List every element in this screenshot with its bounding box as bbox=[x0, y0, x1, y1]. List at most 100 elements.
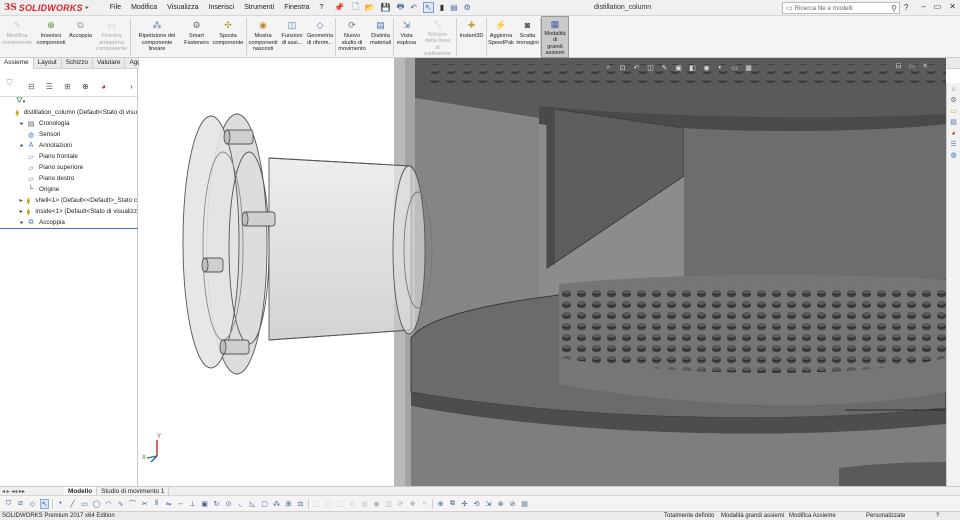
section-icon[interactable]: ◫ bbox=[384, 500, 393, 508]
filter-faces-icon[interactable]: ◇ bbox=[28, 500, 37, 508]
dimension-icon[interactable]: ↔ bbox=[176, 500, 185, 507]
options-icon[interactable]: ⚙ bbox=[464, 3, 471, 12]
rotate-icon[interactable]: ⟳ bbox=[396, 500, 405, 508]
rectangle-icon[interactable]: ▭ bbox=[80, 500, 89, 508]
ribbon-button-move-component[interactable]: ✣ Sposta componente bbox=[210, 16, 246, 58]
clearance-icon[interactable]: ⊘ bbox=[508, 500, 517, 508]
measure-icon[interactable]: ⊞ bbox=[284, 500, 293, 508]
hidden-lines-icon[interactable]: ◎ bbox=[360, 500, 369, 508]
tree-item[interactable]: ▱ Piano superiore bbox=[0, 162, 137, 173]
view-top-icon[interactable]: ⬚ bbox=[324, 500, 333, 508]
restore-button[interactable]: ▭ bbox=[934, 2, 942, 11]
tab-layout[interactable]: Layout bbox=[34, 58, 62, 69]
select-icon[interactable]: ↖ bbox=[423, 2, 434, 13]
view-iso-icon[interactable]: ◇ bbox=[348, 500, 357, 508]
mass-properties-icon[interactable]: ⚖ bbox=[296, 500, 305, 508]
apply-scene-icon[interactable]: ▭ bbox=[730, 63, 739, 72]
dynamic-annotation-icon[interactable]: ✎ bbox=[660, 63, 669, 72]
tree-item[interactable]: ▸ ▤ Cronologia bbox=[0, 118, 137, 129]
rollback-bar[interactable] bbox=[0, 228, 138, 229]
view-orientation-icon[interactable]: ▣ bbox=[674, 63, 683, 72]
relation-icon[interactable]: ⊥ bbox=[188, 500, 197, 508]
design-library-icon[interactable]: ⚙ bbox=[948, 95, 959, 105]
section-view-icon[interactable]: ◫ bbox=[646, 63, 655, 72]
tree-item[interactable]: ⧫ distillation_column (Default<Stato di v… bbox=[0, 107, 137, 118]
logo-dropdown-icon[interactable]: ▸ bbox=[86, 4, 89, 11]
ribbon-button-bom[interactable]: ▤ Distinta materiali bbox=[368, 16, 393, 58]
solidworks-logo[interactable]: 3S SOLIDWORKS ▸ bbox=[0, 0, 95, 16]
pin-menu-icon[interactable]: 📌 bbox=[334, 3, 344, 12]
tab-scroll-arrows[interactable]: ◂ ▸ ◂◂ ▸▸ bbox=[0, 488, 64, 495]
view-palette-icon[interactable]: ▤ bbox=[948, 117, 959, 127]
file-explorer-icon[interactable]: ▭ bbox=[948, 106, 959, 116]
fillet-icon[interactable]: ◟ bbox=[236, 500, 245, 508]
pan-icon[interactable]: ✥ bbox=[408, 500, 417, 508]
tree-item[interactable]: └ Origine bbox=[0, 184, 137, 195]
filter-icon[interactable]: ⛉ bbox=[4, 500, 13, 508]
line-icon[interactable]: ╱ bbox=[68, 500, 77, 508]
move-tool-icon[interactable]: ✣ bbox=[460, 500, 469, 508]
circle-icon[interactable]: ◯ bbox=[92, 500, 101, 508]
tree-item[interactable]: ◍ Sensori bbox=[0, 129, 137, 140]
close-button[interactable]: ✕ bbox=[949, 2, 956, 11]
tree-item[interactable]: ▸ ⧫ inside<1> (Default<Stato di visualizz bbox=[0, 206, 137, 217]
interference-icon[interactable]: ⊗ bbox=[496, 500, 505, 508]
ribbon-button-speedpak[interactable]: ⚡ Aggiorna SpeedPak bbox=[487, 16, 515, 58]
expand-panel-icon[interactable]: › bbox=[124, 81, 139, 92]
zoom-icon[interactable]: ⌕ bbox=[420, 500, 429, 508]
tab-valutare[interactable]: Valutare bbox=[93, 58, 126, 69]
search-icon[interactable]: ⚲ bbox=[891, 4, 897, 13]
menu-visualizza[interactable]: Visualizza bbox=[162, 4, 203, 11]
ribbon-button-exploded-view[interactable]: ⇲ Vista esplosa bbox=[394, 16, 419, 58]
revolve-icon[interactable]: ↻ bbox=[212, 500, 221, 508]
hide-show-items-icon[interactable]: ◉ bbox=[702, 63, 711, 72]
view-right-icon[interactable]: ⬚ bbox=[336, 500, 345, 508]
insert-component-icon[interactable]: ⊕ bbox=[436, 500, 445, 508]
ribbon-button-mate[interactable]: ⧉ Accoppia bbox=[68, 16, 93, 58]
ribbon-button-edit-component[interactable]: ✎ Modifica componente bbox=[0, 16, 34, 58]
feature-tree-tab-icon[interactable]: ⊟ bbox=[24, 81, 39, 92]
mate-tool-icon[interactable]: ⧉ bbox=[448, 500, 457, 508]
ribbon-button-show-hidden[interactable]: ◉ Mostra componenti nascosti bbox=[247, 16, 279, 58]
fm-filter-icon[interactable]: ⛉ bbox=[2, 77, 17, 88]
ribbon-button-explode-line[interactable]: ⤡ Schizzo della linea di esplosione bbox=[419, 16, 456, 58]
ribbon-button-linear-pattern[interactable]: ⁂ Ripetizione del componente lineare bbox=[131, 16, 183, 58]
menu-file[interactable]: File bbox=[105, 4, 126, 11]
graphics-area[interactable]: Y X ⌕ ⊡ ↶ ◫ ✎ ▣ ◧ ◉ ◐ ▭ ▦ ⊟ ▭ ✕ bbox=[139, 58, 946, 486]
open-document-icon[interactable]: 📂 bbox=[365, 3, 375, 12]
viewport-close-icon[interactable]: ✕ bbox=[922, 62, 928, 70]
file-properties-icon[interactable]: ▤ bbox=[450, 3, 458, 12]
ribbon-button-smart-fasteners[interactable]: ⚙ Smart Fasteners bbox=[183, 16, 210, 58]
display-manager-tab-icon[interactable]: ◕ bbox=[96, 81, 111, 92]
help-icon[interactable]: ? bbox=[904, 3, 908, 12]
select-arrow-icon[interactable]: ↖ bbox=[40, 498, 49, 509]
search-box[interactable]: ▭ Ricerca file e modelli ⚲ bbox=[782, 2, 900, 14]
menu-help[interactable]: ? bbox=[314, 4, 328, 11]
configuration-manager-tab-icon[interactable]: ⊞ bbox=[60, 81, 75, 92]
customize-menu[interactable]: Personalizzate bbox=[866, 512, 905, 520]
tree-item[interactable]: ▸ ⧉ Accoppia bbox=[0, 217, 137, 228]
tree-item[interactable]: ▱ Piano frontale bbox=[0, 151, 137, 162]
ribbon-button-reference-geometry[interactable]: ◇ Geometria di riferim... bbox=[305, 16, 335, 58]
exploded-tool-icon[interactable]: ⇲ bbox=[484, 500, 493, 508]
extrude-icon[interactable]: ▣ bbox=[200, 500, 209, 508]
viewport-restore-icon[interactable]: ▭ bbox=[909, 62, 916, 70]
tab-assieme[interactable]: Assieme bbox=[0, 58, 34, 69]
tree-filter-icon[interactable]: ⛛▾ bbox=[0, 97, 137, 106]
mirror-icon[interactable]: ⇋ bbox=[164, 500, 173, 508]
menu-modifica[interactable]: Modifica bbox=[126, 4, 162, 11]
custom-properties-icon[interactable]: ☰ bbox=[948, 139, 959, 149]
previous-view-icon[interactable]: ↶ bbox=[632, 63, 641, 72]
point-icon[interactable]: • bbox=[56, 500, 65, 507]
expand-arrow-icon[interactable]: ▸ bbox=[18, 142, 26, 149]
tree-item[interactable]: ▸ A Annotazioni bbox=[0, 140, 137, 151]
traffic-light-icon[interactable]: ▮ bbox=[440, 3, 444, 12]
ribbon-button-insert-components[interactable]: ⊕ Inserisci componenti bbox=[34, 16, 68, 58]
save-icon[interactable]: 💾 bbox=[381, 3, 391, 12]
filter-edges-icon[interactable]: ⧄ bbox=[16, 500, 25, 508]
zoom-to-fit-icon[interactable]: ⌕ bbox=[604, 63, 613, 72]
view-front-icon[interactable]: ⬚ bbox=[312, 500, 321, 508]
viewport-split-icon[interactable]: ⊟ bbox=[896, 62, 902, 70]
new-document-icon[interactable]: 🗋 bbox=[352, 1, 358, 15]
expand-arrow-icon[interactable]: ▸ bbox=[18, 219, 26, 226]
